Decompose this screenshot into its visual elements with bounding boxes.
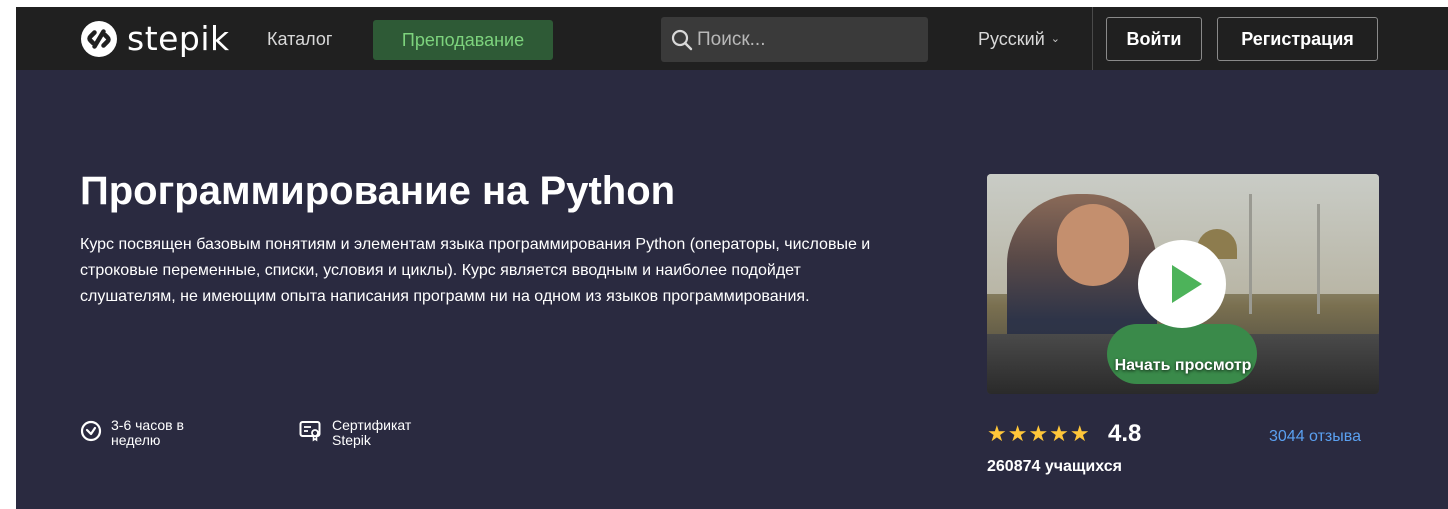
- play-button[interactable]: [1138, 240, 1226, 328]
- header-divider: [1092, 7, 1093, 70]
- workload-line-1: 3-6 часов в: [111, 417, 184, 433]
- top-navbar: stepik Каталог Преподавание Русский ⌄ Во…: [16, 7, 1448, 70]
- rating-stars: ★★★★★: [987, 421, 1091, 446]
- video-start-label[interactable]: Начать просмотр: [987, 356, 1379, 376]
- reviews-link[interactable]: 3044 отзыва: [1269, 427, 1361, 447]
- search-icon: [671, 29, 693, 51]
- chevron-down-icon: ⌄: [1050, 33, 1061, 45]
- certificate-icon: [299, 421, 321, 442]
- certificate-info: Сертификат Stepik: [299, 418, 449, 448]
- certificate-line-1: Сертификат: [332, 417, 412, 433]
- workload-text: 3-6 часов в неделю: [111, 418, 184, 448]
- stepik-logo[interactable]: stepik: [80, 20, 230, 58]
- nav-teaching-button[interactable]: Преподавание: [373, 20, 553, 60]
- video-pole: [1249, 194, 1252, 314]
- learners-count: 260874 учащихся: [987, 458, 1122, 475]
- language-label: Русский: [978, 29, 1045, 49]
- video-pole: [1317, 204, 1320, 314]
- certificate-line-2: Stepik: [332, 432, 371, 448]
- search-input[interactable]: [697, 17, 917, 62]
- promo-video[interactable]: Начать просмотр: [987, 174, 1379, 394]
- play-icon: [1172, 265, 1202, 303]
- nav-catalog-link[interactable]: Каталог: [267, 27, 332, 51]
- course-description: Курс посвящен базовым понятиям и элемент…: [80, 236, 871, 305]
- video-presenter-face: [1057, 204, 1129, 286]
- stepik-logo-icon: [81, 21, 117, 57]
- course-title: Программирование на Python: [80, 169, 676, 213]
- workload-line-2: неделю: [111, 432, 161, 448]
- search-box[interactable]: [661, 17, 928, 62]
- workload-info: 3-6 часов в неделю: [80, 418, 230, 448]
- login-button[interactable]: Войти: [1106, 17, 1202, 61]
- clock-icon: [80, 420, 102, 442]
- logo-text: stepik: [127, 19, 230, 58]
- page-frame: stepik Каталог Преподавание Русский ⌄ Во…: [16, 7, 1448, 509]
- rating-value: 4.8: [1108, 420, 1142, 447]
- certificate-text: Сертификат Stepik: [332, 418, 411, 448]
- language-selector[interactable]: Русский ⌄: [978, 27, 1060, 51]
- register-button[interactable]: Регистрация: [1217, 17, 1378, 61]
